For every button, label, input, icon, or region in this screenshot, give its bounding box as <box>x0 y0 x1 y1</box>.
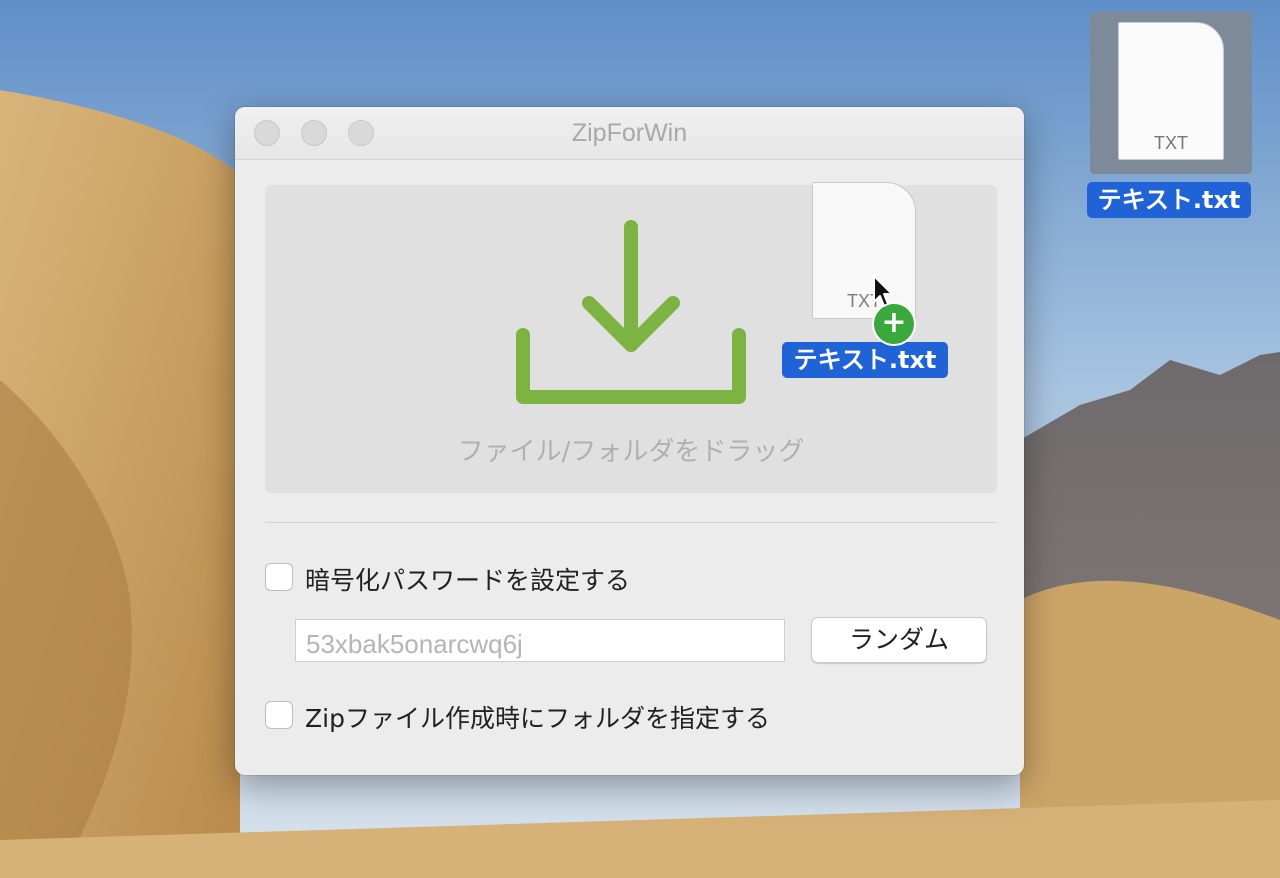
password-checkbox[interactable] <box>265 563 293 591</box>
folder-checkbox-label[interactable]: Zipファイル作成時にフォルダを指定する <box>305 699 770 735</box>
window-title: ZipForWin <box>571 119 688 147</box>
download-tray-icon <box>516 220 746 404</box>
password-field[interactable] <box>295 619 785 662</box>
text-file-icon[interactable]: TXT <box>1118 22 1224 160</box>
dragged-file-name[interactable]: テキスト.txt <box>782 342 948 378</box>
file-ext-label: TXT <box>1154 133 1188 153</box>
cursor-arrow-icon <box>873 275 893 307</box>
random-button[interactable]: ランダム <box>811 617 987 663</box>
folder-checkbox[interactable] <box>265 701 293 729</box>
desktop-file-name[interactable]: テキスト.txt <box>1087 182 1251 218</box>
dragged-file-icon[interactable]: TXT <box>812 182 916 319</box>
password-checkbox-label[interactable]: 暗号化パスワードを設定する <box>305 561 630 597</box>
separator <box>265 522 997 523</box>
title-bar[interactable]: ZipForWin <box>235 107 1024 160</box>
drop-hint-text: ファイル/フォルダをドラッグ <box>457 437 805 467</box>
